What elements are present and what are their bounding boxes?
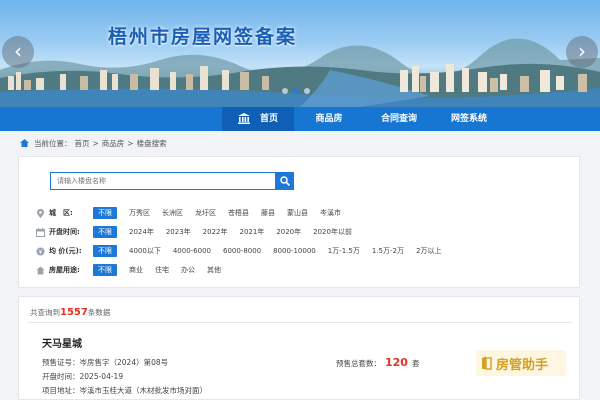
search-icon	[280, 176, 290, 186]
home-icon	[20, 139, 29, 147]
filter-label-usage: 房屋用途:	[49, 266, 80, 274]
district-option-any[interactable]: 不限	[93, 207, 117, 219]
carousel-indicator	[282, 88, 310, 94]
carousel-dot[interactable]	[282, 88, 288, 94]
breadcrumb: 当前位置： 首页 > 商品房 > 楼盘搜索	[20, 137, 167, 149]
filter-row-district: 城 区: 不限 万秀区 长洲区 龙圩区 苍梧县 藤县 蒙山县 岑溪市	[36, 207, 353, 219]
permit-value: 岑房售字（2024）第08号	[79, 358, 169, 367]
nav-home[interactable]: 首页	[222, 107, 294, 131]
usage-option[interactable]: 其他	[207, 265, 221, 275]
filter-row-usage: 房屋用途: 不限 商业 住宅 办公 其他	[36, 264, 233, 276]
result-count-prefix: 共查询到	[30, 308, 60, 317]
price-option[interactable]: 6000-8000	[223, 247, 261, 255]
open-time-option[interactable]: 2021年	[239, 227, 264, 237]
carousel-next-button[interactable]: ›	[566, 36, 598, 68]
project-name-link[interactable]: 天马星城	[42, 335, 82, 350]
breadcrumb-home-link[interactable]: 首页	[75, 138, 90, 149]
bank-home-icon	[237, 113, 250, 124]
usage-option[interactable]: 商业	[129, 265, 143, 275]
search-button[interactable]	[276, 172, 294, 190]
project-permit: 预售证号：岑房售字（2024）第08号	[42, 357, 168, 368]
result-count-number: 1557	[60, 307, 88, 318]
watermark-text: 房管助手	[496, 357, 549, 373]
filter-label-price: 均 价(元):	[49, 247, 82, 255]
site-title: 梧州市房屋网签备案	[108, 26, 298, 48]
calendar-icon	[36, 227, 45, 237]
filter-label-district: 城 区:	[49, 209, 73, 217]
price-option[interactable]: 4000-6000	[173, 247, 211, 255]
price-option-any[interactable]: 不限	[93, 245, 117, 257]
main-nav: 首页 商品房 合同查询 网签系统	[0, 107, 600, 131]
filter-row-price: ¥ 均 价(元): 不限 4000以下 4000-6000 6000-8000 …	[36, 245, 453, 257]
filter-label-open-time: 开盘时间:	[49, 228, 80, 236]
usage-option-any[interactable]: 不限	[93, 264, 117, 276]
nav-contract-query[interactable]: 合同查询	[364, 107, 434, 131]
district-option[interactable]: 蒙山县	[287, 208, 308, 218]
location-pin-icon	[37, 208, 44, 218]
open-time-option[interactable]: 2023年	[166, 227, 191, 237]
breadcrumb-prefix: 当前位置：	[34, 138, 72, 148]
door-icon	[482, 356, 492, 370]
project-open-time: 开盘时间：2025-04-19	[42, 371, 123, 382]
presale-value: 120	[385, 356, 408, 369]
project-address: 项目地址：岑溪市玉桂大道（木材批发市场对面）	[42, 385, 207, 396]
breadcrumb-commercial-link[interactable]: 商品房	[102, 138, 125, 149]
district-option[interactable]: 长洲区	[162, 208, 183, 218]
district-option[interactable]: 苍梧县	[228, 208, 249, 218]
usage-option[interactable]: 住宅	[155, 265, 169, 275]
carousel-prev-button[interactable]: ‹	[2, 36, 34, 68]
result-count-suffix: 条数据	[87, 308, 111, 317]
breadcrumb-separator: >	[127, 138, 134, 148]
district-option[interactable]: 龙圩区	[195, 208, 216, 218]
district-option[interactable]: 岑溪市	[320, 208, 341, 218]
open-time-option-any[interactable]: 不限	[93, 226, 117, 238]
carousel-dot[interactable]	[304, 88, 310, 94]
address-value: 岑溪市玉桂大道（木材批发市场对面）	[79, 386, 208, 395]
price-option[interactable]: 2万以上	[416, 246, 441, 256]
price-option[interactable]: 8000-10000	[273, 247, 316, 255]
presale-label: 预售总套数：	[336, 359, 381, 368]
price-option[interactable]: 1.5万-2万	[372, 246, 404, 256]
watermark: 房管助手	[476, 350, 566, 376]
open-time-label: 开盘时间：	[42, 372, 80, 381]
open-time-option[interactable]: 2022年	[203, 227, 228, 237]
usage-option[interactable]: 办公	[181, 265, 195, 275]
breadcrumb-separator: >	[92, 138, 99, 148]
open-time-option[interactable]: 2024年	[129, 227, 154, 237]
district-option[interactable]: 万秀区	[129, 208, 150, 218]
nav-commercial-housing[interactable]: 商品房	[294, 107, 364, 131]
price-option[interactable]: 4000以下	[129, 246, 161, 256]
open-time-value: 2025-04-19	[79, 372, 124, 381]
open-time-option[interactable]: 2020年以前	[313, 227, 352, 237]
price-option[interactable]: 1万-1.5万	[328, 246, 360, 256]
nav-home-label: 首页	[259, 114, 278, 124]
result-count: 共查询到1557条数据	[30, 307, 110, 318]
filter-row-open-time: 开盘时间: 不限 2024年 2023年 2022年 2021年 2020年 2…	[36, 226, 364, 238]
permit-label: 预售证号：	[42, 358, 80, 367]
nav-signing-system[interactable]: 网签系统	[434, 107, 504, 131]
presale-total: 预售总套数： 120 套	[336, 356, 419, 369]
divider	[28, 322, 572, 323]
district-option[interactable]: 藤县	[261, 208, 275, 218]
presale-unit: 套	[411, 359, 420, 368]
house-icon	[36, 266, 45, 274]
carousel-dot-active[interactable]	[293, 88, 299, 94]
search-input[interactable]	[50, 172, 276, 190]
open-time-option[interactable]: 2020年	[276, 227, 301, 237]
banner: 梧州市房屋网签备案 ‹ ›	[0, 0, 600, 107]
address-label: 项目地址：	[42, 386, 80, 395]
price-icon: ¥	[36, 247, 45, 256]
breadcrumb-current: 楼盘搜索	[136, 138, 167, 148]
svg-text:¥: ¥	[39, 249, 43, 256]
